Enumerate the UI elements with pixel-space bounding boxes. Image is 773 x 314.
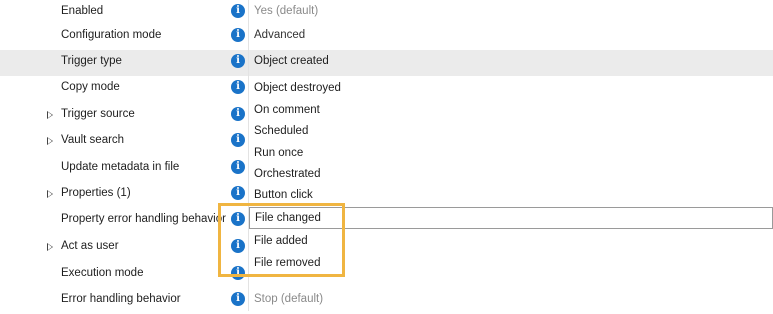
row-trigger-type[interactable]: Trigger type i Object created — [0, 50, 773, 76]
row-error-handling[interactable]: Error handling behavior i Stop (default) — [0, 288, 773, 314]
dropdown-option[interactable]: Run once — [254, 147, 303, 159]
info-icon[interactable]: i — [231, 292, 245, 306]
info-icon[interactable]: i — [231, 107, 245, 121]
dropdown-option[interactable]: Scheduled — [254, 125, 308, 137]
dropdown-option[interactable]: File removed — [254, 257, 320, 269]
row-label: Enabled — [61, 5, 104, 17]
row-configuration-mode[interactable]: Configuration mode i Advanced — [0, 24, 773, 50]
info-icon[interactable]: i — [231, 186, 245, 200]
info-icon[interactable]: i — [231, 160, 245, 174]
trigger-type-dropdown-list[interactable]: Object destroyed On comment Scheduled Ru… — [249, 76, 773, 276]
row-label: Execution mode — [61, 267, 144, 279]
dropdown-option[interactable]: File changed — [255, 212, 321, 224]
row-label: Property error handling behavior — [61, 213, 226, 225]
row-label: Error handling behavior — [61, 293, 181, 305]
info-icon[interactable]: i — [231, 54, 245, 68]
info-icon[interactable]: i — [231, 212, 245, 226]
expand-arrow-icon[interactable] — [47, 137, 53, 145]
info-icon[interactable]: i — [231, 4, 245, 18]
row-label: Act as user — [61, 240, 119, 252]
properties-grid: Enabled i Yes (default) Configuration mo… — [0, 0, 773, 311]
info-icon[interactable]: i — [231, 133, 245, 147]
info-icon[interactable]: i — [231, 28, 245, 42]
info-icon[interactable]: i — [231, 80, 245, 94]
row-label: Update metadata in file — [61, 161, 180, 173]
row-value[interactable]: Stop (default) — [254, 293, 323, 305]
dropdown-option[interactable]: Object destroyed — [254, 82, 341, 94]
expand-arrow-icon[interactable] — [47, 190, 53, 198]
row-label: Properties (1) — [61, 187, 131, 199]
row-value[interactable]: Yes (default) — [254, 5, 318, 17]
row-label: Trigger type — [61, 55, 122, 67]
info-icon[interactable]: i — [231, 239, 245, 253]
dropdown-option[interactable]: On comment — [254, 104, 320, 116]
expand-arrow-icon[interactable] — [47, 243, 53, 251]
row-enabled[interactable]: Enabled i Yes (default) — [0, 0, 773, 26]
row-value[interactable]: Advanced — [254, 29, 305, 41]
dropdown-option-focused[interactable]: File changed — [249, 207, 773, 229]
row-label: Configuration mode — [61, 29, 162, 41]
row-label: Vault search — [61, 134, 125, 146]
trigger-type-select[interactable]: Object created — [254, 55, 329, 67]
info-icon[interactable]: i — [231, 266, 245, 280]
dropdown-option[interactable]: File added — [254, 235, 308, 247]
dropdown-option[interactable]: Button click — [254, 189, 313, 201]
row-label: Trigger source — [61, 108, 135, 120]
expand-arrow-icon[interactable] — [47, 111, 53, 119]
dropdown-option[interactable]: Orchestrated — [254, 168, 320, 180]
row-label: Copy mode — [61, 81, 120, 93]
